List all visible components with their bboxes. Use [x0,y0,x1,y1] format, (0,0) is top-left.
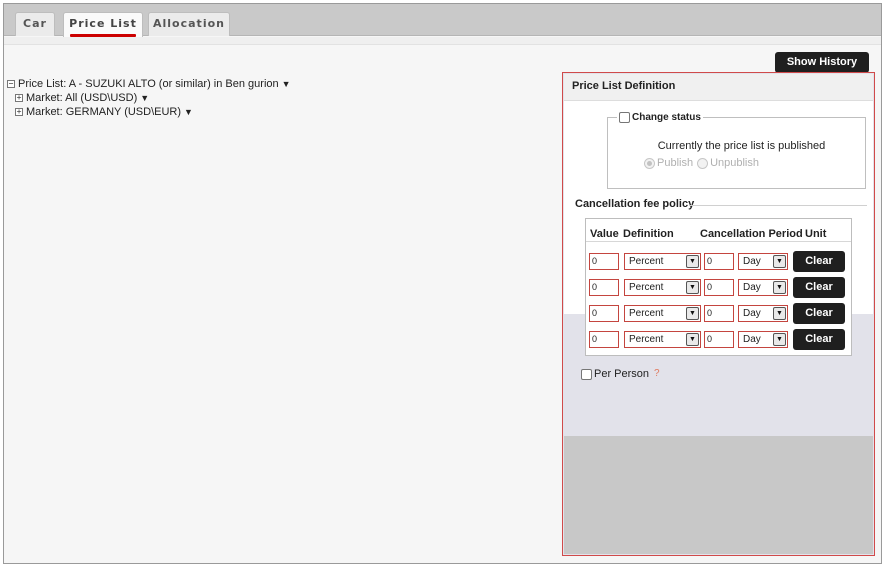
dropdown-caret-icon[interactable]: ▼ [184,105,193,119]
tree-item-label[interactable]: Market: GERMANY (USD\EUR) [26,105,181,119]
change-status-label: Change status [632,112,701,123]
chevron-down-icon: ▼ [686,281,699,294]
definition-select[interactable]: Percent ▼ [624,253,701,270]
tree-root[interactable]: − Price List: A - SUZUKI ALTO (or simila… [7,77,291,91]
value-input[interactable]: 0 [589,331,619,348]
table-row: 0 Percent ▼ 0 Day ▼ Clear [586,277,851,301]
chevron-down-icon: ▼ [773,255,786,268]
expand-icon[interactable]: + [15,94,23,102]
unit-select[interactable]: Day ▼ [738,279,788,296]
period-input[interactable]: 0 [704,279,734,296]
unit-select-value: Day [743,308,761,319]
tab-strip: Car Price List Allocation [4,4,881,37]
chevron-down-icon: ▼ [686,255,699,268]
tree-root-label[interactable]: Price List: A - SUZUKI ALTO (or similar)… [18,77,279,91]
unpublish-label: Unpublish [710,157,759,169]
definition-select[interactable]: Percent ▼ [624,279,701,296]
clear-button[interactable]: Clear [793,329,845,350]
expand-icon[interactable]: + [15,108,23,116]
header-unit: Unit [805,228,827,240]
header-cancellation-period: Cancellation Period [700,228,803,240]
publish-radio[interactable] [644,157,655,169]
period-input[interactable]: 0 [704,305,734,322]
chevron-down-icon: ▼ [686,333,699,346]
section-divider [689,205,867,206]
tab-strip-divider [4,37,881,45]
tree-item-market-germany[interactable]: + Market: GERMANY (USD\EUR) ▼ [7,105,291,119]
dropdown-caret-icon[interactable]: ▼ [282,77,291,91]
help-icon[interactable]: ? [654,368,663,380]
clear-button[interactable]: Clear [793,251,845,272]
tab-car[interactable]: Car [15,12,55,36]
unit-select[interactable]: Day ▼ [738,305,788,322]
unit-select-value: Day [743,334,761,345]
value-input[interactable]: 0 [589,253,619,270]
change-status-legend: Change status [617,112,703,123]
publish-radio-group: Publish Unpublish [644,157,759,169]
header-definition: Definition [623,228,674,240]
tree-item-market-all[interactable]: + Market: All (USD\USD) ▼ [7,91,291,105]
unpublish-radio[interactable] [697,157,709,169]
clear-button[interactable]: Clear [793,303,845,324]
dropdown-caret-icon[interactable]: ▼ [140,91,149,105]
definition-select-value: Percent [629,282,664,293]
price-list-definition-panel: Price List Definition Currently the pric… [562,72,875,556]
unit-select[interactable]: Day ▼ [738,253,788,270]
tree-item-label[interactable]: Market: All (USD\USD) [26,91,137,105]
chevron-down-icon: ▼ [773,307,786,320]
publish-label: Publish [657,157,694,169]
chevron-down-icon: ▼ [686,307,699,320]
definition-select-value: Percent [629,334,664,345]
definition-select[interactable]: Percent ▼ [624,305,701,322]
tab-allocation[interactable]: Allocation [148,12,230,36]
unit-select-value: Day [743,282,761,293]
period-input[interactable]: 0 [704,253,734,270]
show-history-button[interactable]: Show History [775,52,869,73]
chevron-down-icon: ▼ [773,281,786,294]
change-status-checkbox[interactable] [619,112,630,123]
status-text: Currently the price list is published [657,140,826,152]
per-person-checkbox[interactable] [581,368,592,380]
per-person-option: Per Person ? [581,368,663,380]
unit-select-value: Day [743,256,761,267]
table-row: 0 Percent ▼ 0 Day ▼ Clear [586,303,851,327]
definition-select-value: Percent [629,256,664,267]
chevron-down-icon: ▼ [773,333,786,346]
value-input[interactable]: 0 [589,279,619,296]
table-header: Value Definition Cancellation Period Uni… [586,219,851,242]
tab-allocation-label: Allocation [153,17,225,30]
unit-select[interactable]: Day ▼ [738,331,788,348]
period-input[interactable]: 0 [704,331,734,348]
tab-price-list-label: Price List [69,17,137,30]
tab-car-label: Car [23,17,47,30]
table-row: 0 Percent ▼ 0 Day ▼ Clear [586,251,851,275]
price-list-tree: − Price List: A - SUZUKI ALTO (or simila… [7,77,291,119]
collapse-icon[interactable]: − [7,80,15,88]
change-status-box: Currently the price list is published Pu… [607,117,866,189]
header-value: Value [590,228,619,240]
panel-bottom-area [564,436,873,554]
clear-button[interactable]: Clear [793,277,845,298]
definition-select[interactable]: Percent ▼ [624,331,701,348]
tab-price-list[interactable]: Price List [63,12,143,37]
value-input[interactable]: 0 [589,305,619,322]
definition-select-value: Percent [629,308,664,319]
per-person-label: Per Person [594,368,650,380]
table-row: 0 Percent ▼ 0 Day ▼ Clear [586,329,851,353]
panel-title: Price List Definition [564,74,873,101]
cancellation-fee-table: Value Definition Cancellation Period Uni… [585,218,852,356]
cancellation-policy-title: Cancellation fee policy [575,198,699,210]
